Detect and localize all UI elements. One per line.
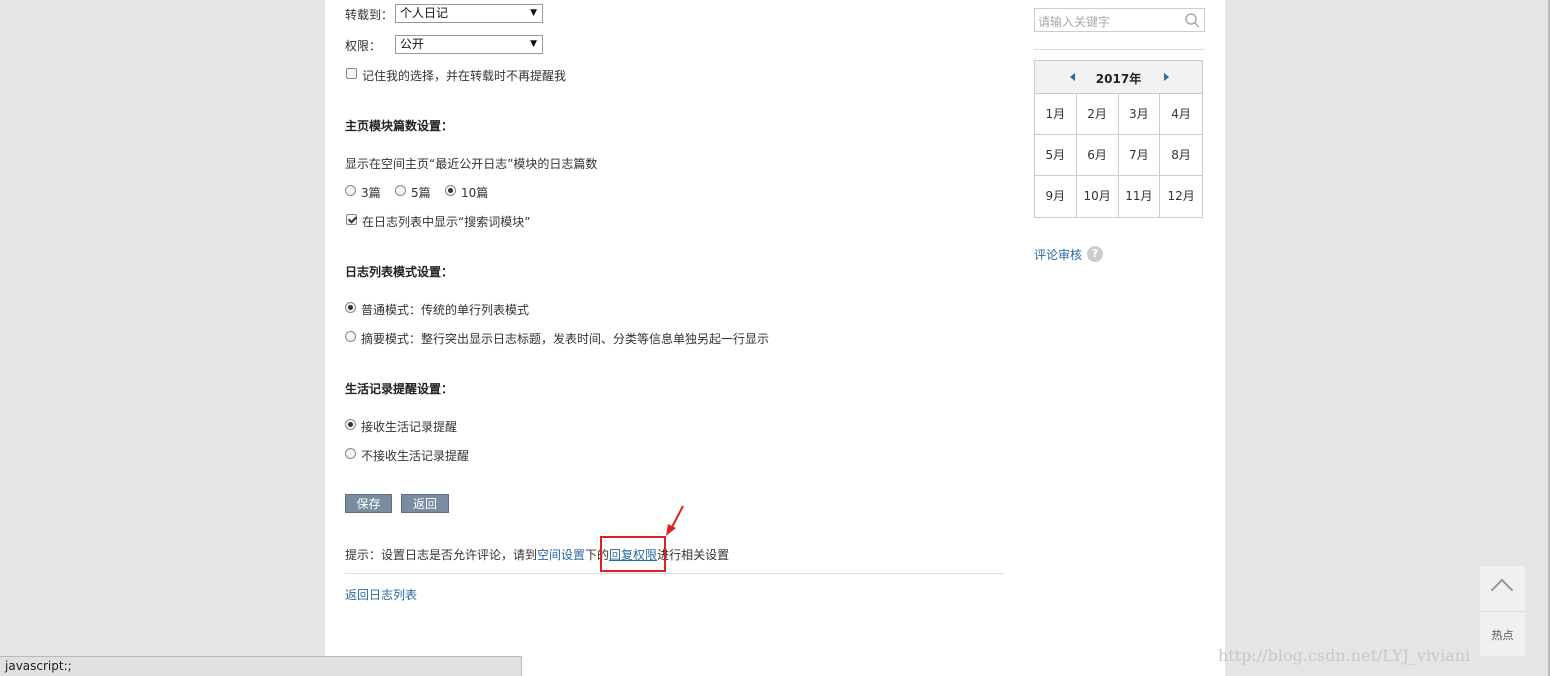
perm-select-value: 公开 (400, 37, 425, 51)
perm-label: 权限： (345, 39, 382, 53)
tip-line: 提示：设置日志是否允许评论，请到空间设置下的回复权限进行相关设置 (345, 546, 729, 563)
listmode-normal-radio[interactable] (345, 302, 356, 313)
transfer-select-value: 个人日记 (400, 6, 449, 20)
homepage-section-title: 主页模块篇数设置： (345, 119, 454, 133)
hot-label[interactable]: 热点 (1480, 627, 1525, 643)
life-receive-radio[interactable] (345, 419, 356, 430)
life-reject-label: 不接收生活记录提醒 (361, 449, 470, 463)
back-button[interactable]: 返回 (401, 494, 449, 513)
month-cell[interactable]: 11月 (1119, 176, 1161, 217)
tip-prefix: 提示：设置日志是否允许评论，请到 (345, 548, 538, 562)
next-year-icon[interactable] (1164, 73, 1169, 81)
save-button[interactable]: 保存 (345, 494, 392, 513)
comment-review-link[interactable]: 评论审核 (1034, 246, 1082, 263)
perm-select[interactable]: 公开 ▼ (395, 35, 543, 54)
listmode-summary-label: 摘要模式：整行突出显示日志标题，发表时间、分类等信息单独另起一行显示 (361, 332, 770, 346)
help-icon[interactable]: ? (1087, 246, 1103, 262)
month-grid: 1月 2月 3月 4月 5月 6月 7月 8月 9月 10月 11月 12月 (1035, 94, 1202, 217)
month-cell[interactable]: 8月 (1160, 135, 1202, 176)
tip-suffix: 进行相关设置 (657, 548, 730, 562)
back-to-list-link[interactable]: 返回日志列表 (345, 586, 417, 603)
calendar-year: 2017年 (1095, 72, 1142, 86)
count-radio-3[interactable] (345, 185, 356, 196)
month-cell[interactable]: 3月 (1118, 94, 1161, 135)
count-radio-10[interactable] (445, 185, 456, 196)
widget-divider (1480, 611, 1525, 612)
life-reject-radio[interactable] (345, 448, 356, 459)
dropdown-arrow-icon: ▼ (530, 8, 537, 18)
watermark: http://blog.csdn.net/LYJ_viviani (1218, 646, 1471, 665)
count-option-10: 10篇 (461, 186, 489, 200)
remember-label: 记住我的选择，并在转载时不再提醒我 (362, 69, 567, 83)
listmode-section-title: 日志列表模式设置： (345, 265, 454, 279)
search-box[interactable]: 请输入关键字 (1034, 8, 1205, 32)
listmode-summary-radio[interactable] (345, 331, 356, 342)
life-section-title: 生活记录提醒设置： (345, 382, 454, 396)
calendar-header: 2017年 (1035, 61, 1202, 94)
life-receive-label: 接收生活记录提醒 (361, 420, 458, 434)
annotation-arrow-icon (666, 505, 684, 536)
month-cell[interactable]: 6月 (1076, 135, 1119, 176)
back-to-top-widget[interactable]: 热点 (1480, 566, 1525, 656)
dropdown-arrow-icon: ▼ (530, 39, 537, 49)
transfer-select[interactable]: 个人日记 ▼ (395, 4, 543, 23)
chevron-up-icon[interactable] (1490, 578, 1514, 602)
space-settings-link[interactable]: 空间设置 (537, 548, 585, 562)
month-cell[interactable]: 12月 (1160, 176, 1202, 217)
remember-checkbox[interactable] (346, 68, 357, 79)
count-option-3: 3篇 (361, 186, 381, 200)
archive-calendar: 2017年 1月 2月 3月 4月 5月 6月 7月 8月 9月 10月 11月… (1034, 60, 1203, 218)
annotation-highlight-box (600, 536, 666, 572)
show-search-label: 在日志列表中显示“搜索词模块” (362, 215, 531, 229)
month-cell[interactable]: 5月 (1035, 135, 1077, 176)
status-bar: javascript:; (0, 656, 522, 676)
count-radio-5[interactable] (395, 185, 406, 196)
month-cell[interactable]: 7月 (1118, 135, 1161, 176)
search-input[interactable]: 请输入关键字 (1038, 13, 1110, 30)
sidebar-divider (1034, 49, 1205, 50)
homepage-desc: 显示在空间主页“最近公开日志”模块的日志篇数 (345, 157, 598, 171)
month-cell[interactable]: 10月 (1077, 176, 1119, 217)
month-cell[interactable]: 4月 (1160, 94, 1202, 135)
count-option-5: 5篇 (411, 186, 431, 200)
search-icon[interactable] (1184, 12, 1200, 28)
month-cell[interactable]: 2月 (1076, 94, 1119, 135)
show-search-checkbox[interactable] (346, 214, 357, 225)
month-cell[interactable]: 1月 (1035, 94, 1077, 135)
listmode-normal-label: 普通模式：传统的单行列表模式 (361, 303, 530, 317)
month-cell[interactable]: 9月 (1035, 176, 1077, 217)
transfer-label: 转载到： (345, 8, 394, 22)
divider (345, 573, 1004, 574)
